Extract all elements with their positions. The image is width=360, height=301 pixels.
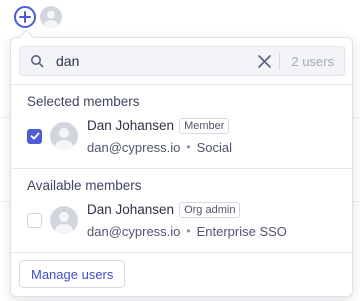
member-email: dan@cypress.io: [87, 139, 181, 155]
avatar: [50, 122, 78, 150]
member-info: Dan Johansen Org admin dan@cypress.io • …: [87, 201, 287, 239]
assignee-toolbar: [14, 6, 62, 28]
person-icon: [54, 128, 74, 150]
person-icon: [43, 10, 59, 28]
section-divider: [11, 84, 352, 85]
section-divider: [11, 168, 352, 169]
role-badge: Member: [179, 117, 230, 134]
member-checkbox[interactable]: [27, 128, 42, 144]
add-member-button[interactable]: [14, 6, 36, 28]
person-icon: [54, 212, 74, 234]
avatar: [50, 206, 78, 234]
member-checkbox[interactable]: [27, 212, 42, 228]
search-bar: 2 users: [19, 46, 345, 76]
available-members-heading: Available members: [27, 178, 142, 193]
role-badge: Org admin: [179, 201, 241, 218]
member-email: dan@cypress.io: [87, 223, 181, 239]
member-picker-dropdown: 2 users Selected members Dan Johansen Me…: [10, 37, 353, 297]
member-row-available[interactable]: Dan Johansen Org admin dan@cypress.io • …: [27, 198, 342, 242]
search-input[interactable]: [54, 47, 250, 75]
separator-dot: •: [186, 224, 191, 238]
auth-method: Social: [196, 139, 233, 155]
plus-icon: [19, 11, 31, 23]
checkmark-icon: [30, 132, 39, 140]
search-icon: [20, 54, 54, 68]
separator-dot: •: [186, 140, 191, 154]
selected-members-heading: Selected members: [27, 94, 140, 109]
user-avatar-icon[interactable]: [40, 6, 62, 28]
user-count: 2 users: [291, 53, 334, 69]
section-divider: [11, 252, 352, 253]
member-name: Dan Johansen: [87, 202, 175, 217]
clear-search-icon[interactable]: [249, 47, 279, 75]
member-row-selected[interactable]: Dan Johansen Member dan@cypress.io • Soc…: [27, 114, 342, 158]
auth-method: Enterprise SSO: [196, 223, 287, 239]
member-info: Dan Johansen Member dan@cypress.io • Soc…: [87, 117, 233, 155]
member-name: Dan Johansen: [87, 118, 175, 133]
manage-users-button[interactable]: Manage users: [19, 260, 126, 288]
